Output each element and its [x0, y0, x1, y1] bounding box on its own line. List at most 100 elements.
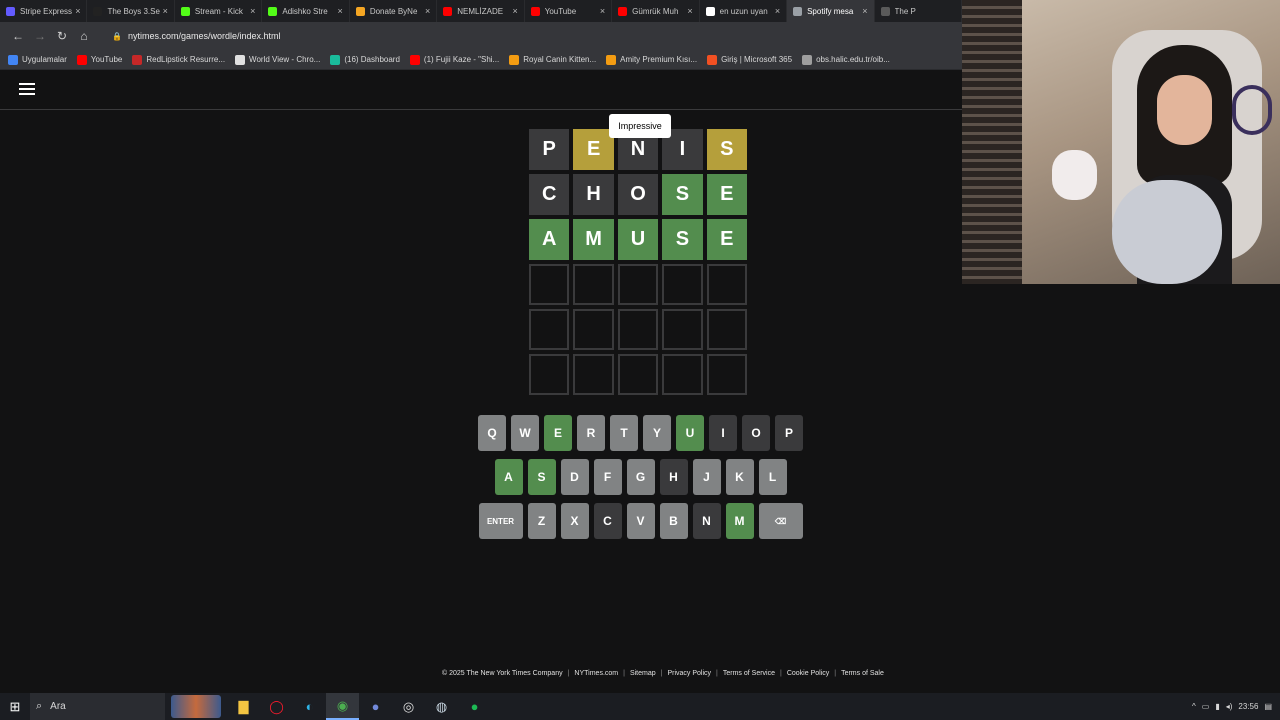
opera-icon[interactable]: ◯ [260, 693, 293, 720]
keyboard-row: ENTER Z X C V B N M ⌫ [478, 503, 808, 539]
letter-key[interactable]: A [494, 459, 523, 495]
enter-key[interactable]: ENTER [478, 503, 523, 539]
browser-tab[interactable]: Stripe Express × [0, 0, 88, 22]
tab-close-icon[interactable]: × [75, 6, 80, 16]
letter-key[interactable]: K [725, 459, 754, 495]
home-icon[interactable]: ⌂ [74, 26, 94, 46]
taskbar-search[interactable]: ⌕ Ara [30, 693, 165, 720]
letter-key[interactable]: H [659, 459, 688, 495]
volume-icon[interactable]: ◂) [1226, 702, 1233, 711]
letter-key[interactable]: E [544, 415, 572, 451]
windows-start-icon[interactable]: ⊞ [0, 693, 30, 720]
forward-icon[interactable]: → [30, 26, 50, 46]
browser-tab[interactable]: Gümrük Muh × [612, 0, 700, 22]
bookmark-item[interactable]: RedLipstick Resurre... [132, 54, 225, 65]
bookmark-item[interactable]: World View - Chro... [235, 54, 320, 65]
footer-link[interactable]: Terms of Sale [841, 670, 884, 677]
bookmark-item[interactable]: obs.halic.edu.tr/oib... [802, 54, 890, 65]
letter-key[interactable]: M [725, 503, 754, 539]
letter-key[interactable]: D [560, 459, 589, 495]
tab-close-icon[interactable]: × [687, 6, 692, 16]
letter-key[interactable]: X [560, 503, 589, 539]
browser-tab[interactable]: YouTube × [525, 0, 613, 22]
chrome-icon[interactable]: ◉ [326, 693, 359, 720]
bookmark-item[interactable]: (16) Dashboard [330, 54, 400, 65]
tab-favicon-icon [180, 6, 190, 16]
letter-key[interactable]: R [577, 415, 605, 451]
footer-link[interactable]: Sitemap [630, 670, 656, 677]
obs-icon[interactable]: ◎ [392, 693, 425, 720]
tab-close-icon[interactable]: × [250, 6, 255, 16]
bookmark-item[interactable]: Amity Premium Kısı... [606, 54, 697, 65]
browser-tab[interactable]: The P [875, 0, 962, 22]
browser-tab[interactable]: NEMLİZADE × [437, 0, 525, 22]
backspace-key[interactable]: ⌫ [758, 503, 803, 539]
letter-key[interactable]: T [610, 415, 638, 451]
widgets-icon[interactable] [171, 695, 221, 718]
browser-tab[interactable]: Spotify mesa × [787, 0, 875, 22]
letter-key[interactable]: W [511, 415, 539, 451]
bookmark-item[interactable]: Giriş | Microsoft 365 [707, 54, 792, 65]
letter-key[interactable]: B [659, 503, 688, 539]
clock[interactable]: 23:56 [1238, 702, 1258, 711]
browser-tab[interactable]: Adishko Stre × [262, 0, 350, 22]
letter-key[interactable]: Q [478, 415, 506, 451]
hamburger-menu-icon[interactable] [19, 83, 35, 97]
bookmark-item[interactable]: (1) Fujii Kaze - "Shi... [409, 54, 500, 65]
letter-key[interactable]: V [626, 503, 655, 539]
letter-key[interactable]: P [775, 415, 803, 451]
steam-icon[interactable]: ◍ [425, 693, 458, 720]
footer-link[interactable]: Terms of Service [723, 670, 775, 677]
file-explorer-icon[interactable]: ▇ [227, 693, 260, 720]
letter-key[interactable]: Z [527, 503, 556, 539]
footer-link[interactable]: Privacy Policy [667, 670, 711, 677]
footer-separator: | [660, 670, 663, 677]
network-icon[interactable]: ▭ [1202, 702, 1210, 711]
letter-key[interactable]: F [593, 459, 622, 495]
keyboard-row: QWERTYUIOP [478, 415, 808, 451]
edge-icon[interactable]: ◐ [293, 693, 326, 720]
letter-key[interactable]: N [692, 503, 721, 539]
tab-close-icon[interactable]: × [338, 6, 343, 16]
letter-key[interactable]: I [709, 415, 737, 451]
board-tile: P [529, 129, 570, 170]
tab-close-icon[interactable]: × [512, 6, 517, 16]
back-icon[interactable]: ← [8, 26, 28, 46]
browser-tab[interactable]: en uzun uyan × [700, 0, 788, 22]
tab-close-icon[interactable]: × [862, 6, 867, 16]
board-row [529, 309, 751, 350]
letter-key[interactable]: J [692, 459, 721, 495]
letter-key[interactable]: S [527, 459, 556, 495]
microphone-icon[interactable]: ▮ [1215, 702, 1219, 711]
discord-icon[interactable]: ● [359, 693, 392, 720]
letter-key[interactable]: U [676, 415, 704, 451]
browser-tab[interactable]: Stream - Kick × [175, 0, 263, 22]
footer-link[interactable]: Cookie Policy [787, 670, 829, 677]
tab-close-icon[interactable]: × [163, 6, 168, 16]
browser-tab[interactable]: Donate ByNe × [350, 0, 438, 22]
tab-close-icon[interactable]: × [600, 6, 605, 16]
letter-key[interactable]: Y [643, 415, 671, 451]
reload-icon[interactable]: ↻ [52, 26, 72, 46]
notification-icon[interactable]: ▤ [1264, 702, 1272, 711]
bookmark-item[interactable]: Royal Canin Kitten... [509, 54, 596, 65]
letter-key[interactable]: C [593, 503, 622, 539]
headset [1232, 85, 1272, 135]
browser-tab[interactable]: The Boys 3.Se × [87, 0, 175, 22]
letter-key[interactable]: O [742, 415, 770, 451]
footer-link[interactable]: NYTimes.com [574, 670, 618, 677]
bookmark-label: (1) Fujii Kaze - "Shi... [423, 55, 500, 64]
bookmark-item[interactable]: Uygulamalar [8, 54, 67, 65]
url-field[interactable]: 🔒 nytimes.com/games/wordle/index.html [102, 26, 942, 46]
footer-link[interactable]: © 2025 The New York Times Company [442, 670, 563, 677]
tab-close-icon[interactable]: × [425, 6, 430, 16]
tab-label: NEMLİZADE [457, 6, 504, 16]
board-tile [706, 264, 748, 305]
letter-key[interactable]: G [626, 459, 655, 495]
spotify-icon[interactable]: ● [458, 693, 491, 720]
chevron-up-icon[interactable]: ^ [1192, 702, 1196, 711]
tab-close-icon[interactable]: × [775, 6, 780, 16]
letter-key[interactable]: L [758, 459, 787, 495]
url-text: nytimes.com/games/wordle/index.html [127, 31, 281, 41]
bookmark-item[interactable]: YouTube [76, 54, 122, 65]
